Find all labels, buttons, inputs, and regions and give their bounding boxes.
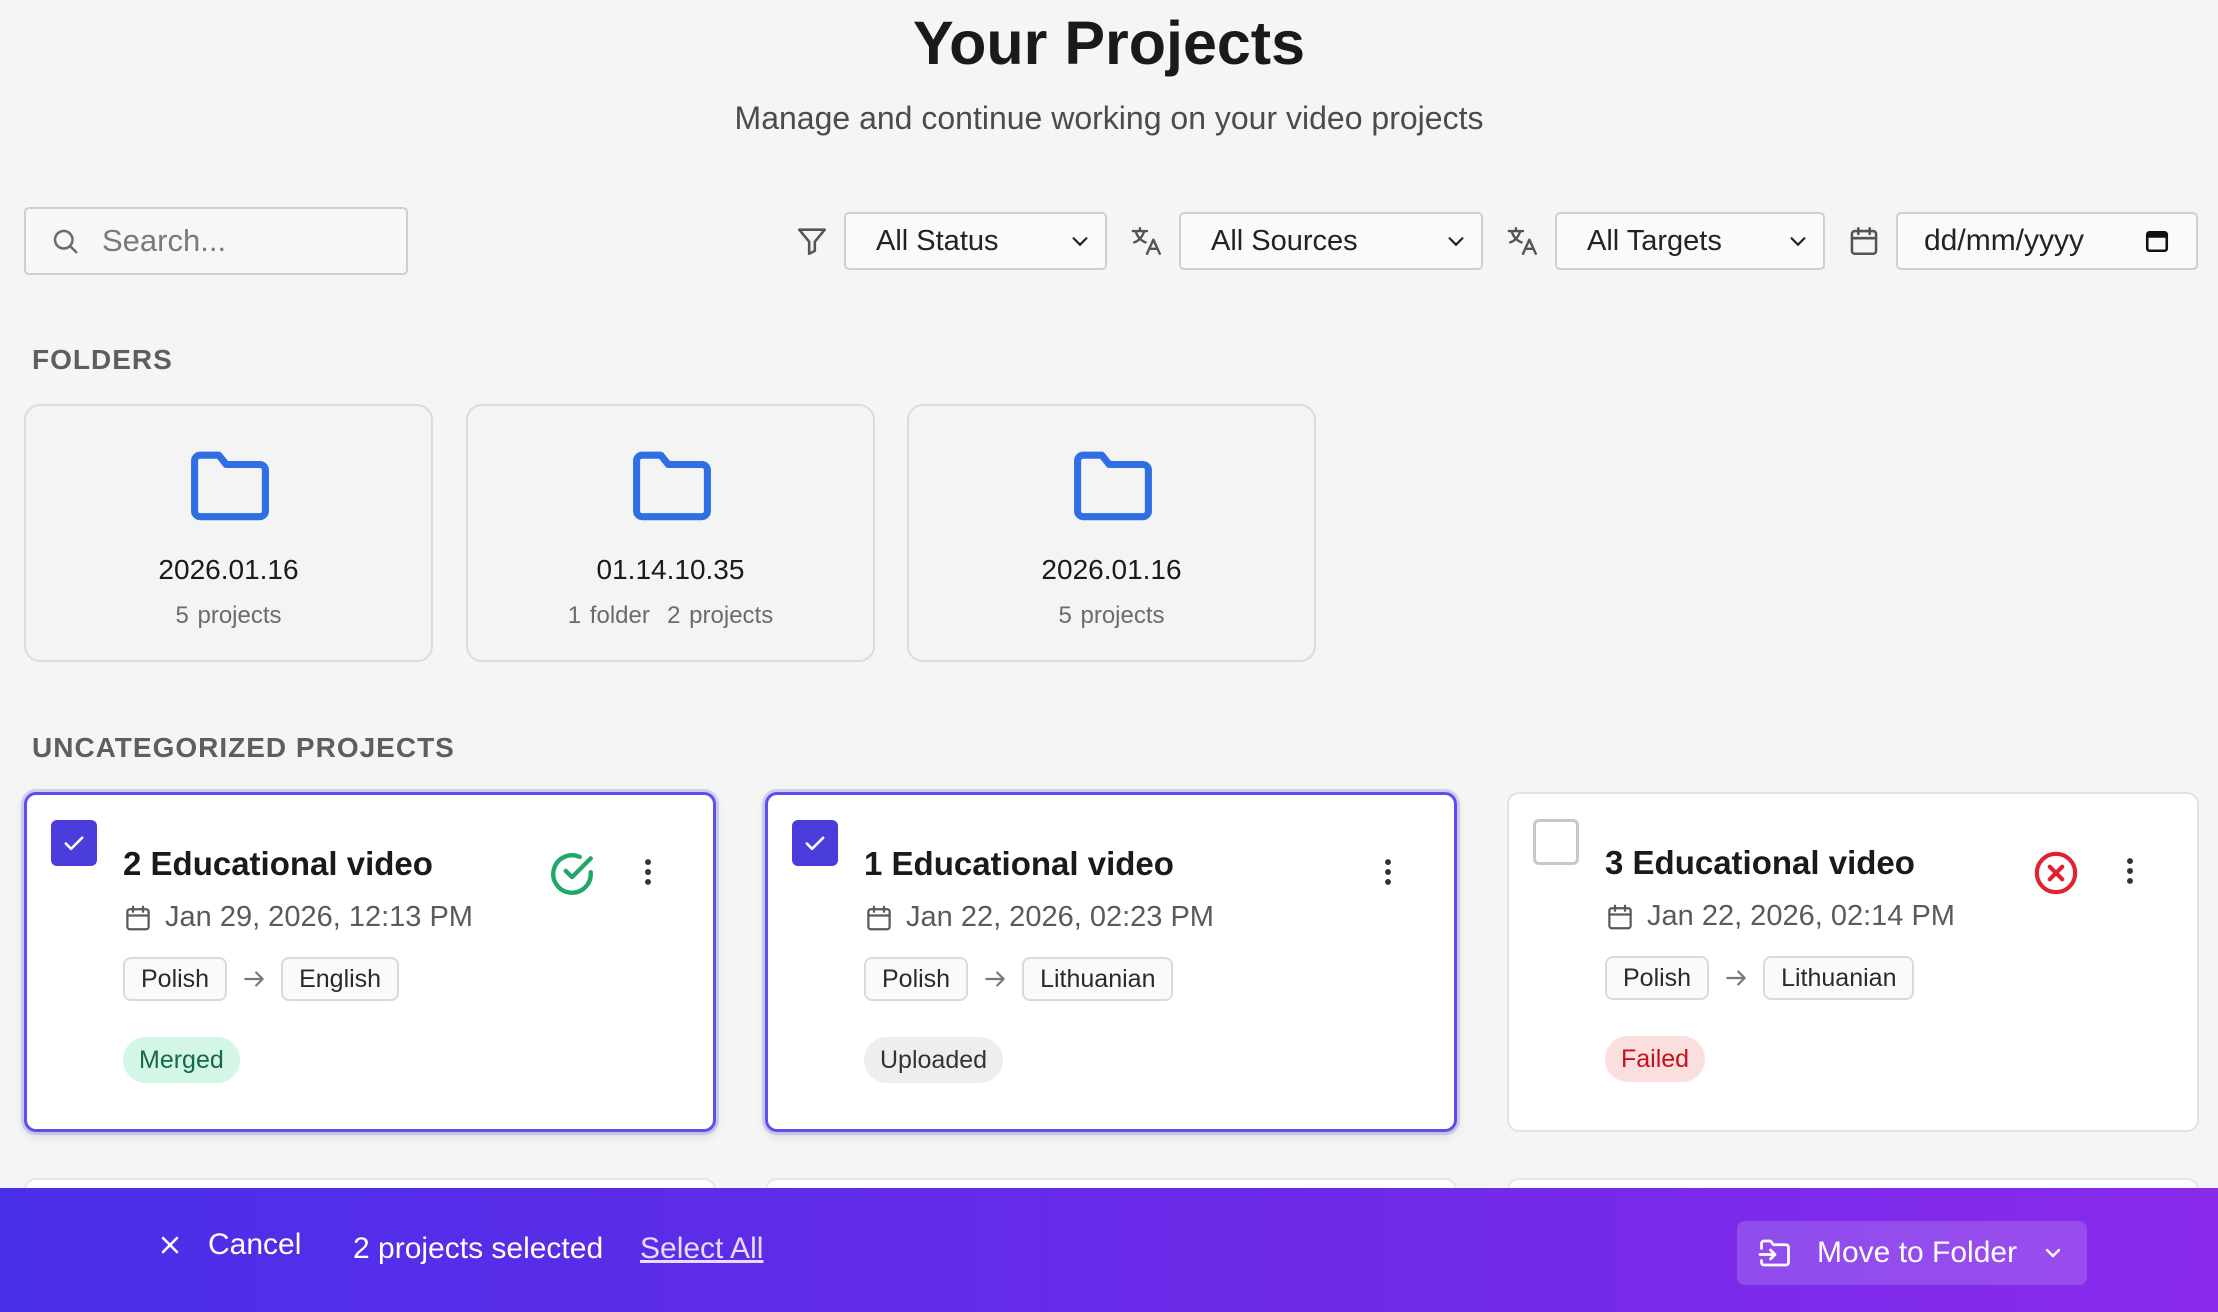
- folder-meta: 5 projects: [175, 602, 282, 629]
- filter-icon: [797, 228, 827, 256]
- project-checkbox[interactable]: [1533, 819, 1579, 865]
- project-checkbox[interactable]: [51, 820, 97, 866]
- project-date-text: Jan 22, 2026, 02:23 PM: [906, 901, 1214, 933]
- projects-section-label: UNCATEGORIZED PROJECTS: [32, 732, 455, 763]
- search-box[interactable]: [24, 207, 408, 275]
- source-language-chip: Polish: [1605, 956, 1710, 1000]
- status-badge: Merged: [123, 1037, 240, 1083]
- folder-meta: 1 folder 2 projects: [567, 602, 774, 629]
- arrow-right-icon: [1726, 970, 1746, 986]
- selection-action-bar: Cancel 2 projects selected Select All Mo…: [0, 1188, 2218, 1312]
- folder-name: 2026.01.16: [1041, 554, 1182, 585]
- project-date-text: Jan 22, 2026, 02:14 PM: [1647, 900, 1955, 932]
- date-filter-placeholder: dd/mm/yyyy: [1924, 224, 2085, 257]
- status-badge: Uploaded: [864, 1037, 1004, 1083]
- more-vertical-icon[interactable]: [633, 855, 663, 889]
- project-title: 1 Educational video: [864, 845, 1174, 882]
- status-badge: Failed: [1605, 1036, 1706, 1082]
- folder-name: 2026.01.16: [158, 554, 299, 585]
- folder-icon: [191, 451, 269, 521]
- project-card[interactable]: 3 Educational video Jan 22, 2026, 02:14 …: [1507, 792, 2199, 1132]
- target-language-chip: Lithuanian: [1022, 957, 1174, 1001]
- project-card[interactable]: 1 Educational video Jan 22, 2026, 02:23 …: [765, 792, 1457, 1132]
- project-title: 3 Educational video: [1605, 844, 1915, 881]
- cancel-label: Cancel: [208, 1228, 302, 1261]
- folder-card[interactable]: 01.14.10.35 1 folder 2 projects: [466, 404, 875, 662]
- target-language-chip: Lithuanian: [1763, 956, 1915, 1000]
- language-pair: Polish Lithuanian: [1605, 956, 1915, 1000]
- folder-icon: [1074, 451, 1152, 521]
- translate-icon: [1507, 227, 1537, 255]
- arrow-right-icon: [244, 971, 264, 987]
- search-input[interactable]: [102, 223, 382, 259]
- cancel-button[interactable]: Cancel: [156, 1228, 301, 1262]
- check-icon: [805, 836, 825, 851]
- project-title: 2 Educational video: [123, 845, 433, 882]
- calendar-icon: [126, 905, 150, 930]
- page-subtitle: Manage and continue working on your vide…: [734, 100, 1484, 136]
- more-vertical-icon[interactable]: [2115, 854, 2145, 888]
- move-to-folder-label: Move to Folder: [1817, 1236, 2018, 1269]
- project-date: Jan 22, 2026, 02:14 PM: [1605, 900, 1955, 933]
- folder-meta: 5 projects: [1058, 602, 1165, 629]
- folder-input-icon: [1758, 1239, 1790, 1267]
- page-title: Your Projects: [912, 9, 1306, 77]
- folder-card[interactable]: 2026.01.16 5 projects: [24, 404, 433, 662]
- project-checkbox[interactable]: [792, 820, 838, 866]
- project-card[interactable]: 2 Educational video Jan 29, 2026, 12:13 …: [24, 792, 716, 1132]
- chevron-down-icon: [1790, 237, 1806, 247]
- check-icon: [64, 836, 84, 851]
- language-pair: Polish English: [123, 957, 400, 1001]
- calendar-icon[interactable]: [2144, 228, 2170, 254]
- chevron-down-icon: [1072, 237, 1088, 247]
- folder-name: 01.14.10.35: [596, 554, 745, 585]
- selected-count: 2 projects selected: [353, 1232, 604, 1265]
- chevron-down-icon: [1448, 237, 1464, 247]
- select-all-link[interactable]: Select All: [640, 1232, 763, 1266]
- error-circle-icon: [2034, 851, 2078, 895]
- check-circle-icon: [551, 853, 593, 895]
- status-filter-select[interactable]: All Status: [844, 212, 1107, 270]
- project-date: Jan 22, 2026, 02:23 PM: [864, 901, 1214, 934]
- source-filter-select[interactable]: All Sources: [1179, 212, 1483, 270]
- target-filter-value: All Targets: [1587, 224, 1722, 257]
- status-filter-value: All Status: [876, 224, 999, 257]
- source-language-chip: Polish: [123, 957, 228, 1001]
- source-filter-value: All Sources: [1211, 224, 1358, 257]
- arrow-right-icon: [985, 971, 1005, 987]
- move-to-folder-button[interactable]: Move to Folder: [1737, 1221, 2087, 1285]
- folder-icon: [633, 451, 711, 521]
- calendar-icon: [1850, 226, 1878, 256]
- folder-card[interactable]: 2026.01.16 5 projects: [907, 404, 1316, 662]
- calendar-icon: [1608, 904, 1632, 929]
- project-date-text: Jan 29, 2026, 12:13 PM: [165, 901, 473, 933]
- close-icon: [161, 1236, 179, 1254]
- chevron-down-icon: [2045, 1248, 2061, 1258]
- project-date: Jan 29, 2026, 12:13 PM: [123, 901, 473, 934]
- more-vertical-icon[interactable]: [1373, 855, 1403, 889]
- date-filter-input[interactable]: dd/mm/yyyy: [1896, 212, 2198, 270]
- folders-section-label: FOLDERS: [32, 344, 173, 375]
- calendar-icon: [867, 905, 891, 930]
- source-language-chip: Polish: [864, 957, 969, 1001]
- projects-page: Your Projects Manage and continue workin…: [0, 0, 2218, 1312]
- language-pair: Polish Lithuanian: [864, 957, 1174, 1001]
- target-filter-select[interactable]: All Targets: [1555, 212, 1825, 270]
- search-icon: [53, 229, 78, 254]
- target-language-chip: English: [281, 957, 400, 1001]
- translate-icon: [1131, 227, 1161, 255]
